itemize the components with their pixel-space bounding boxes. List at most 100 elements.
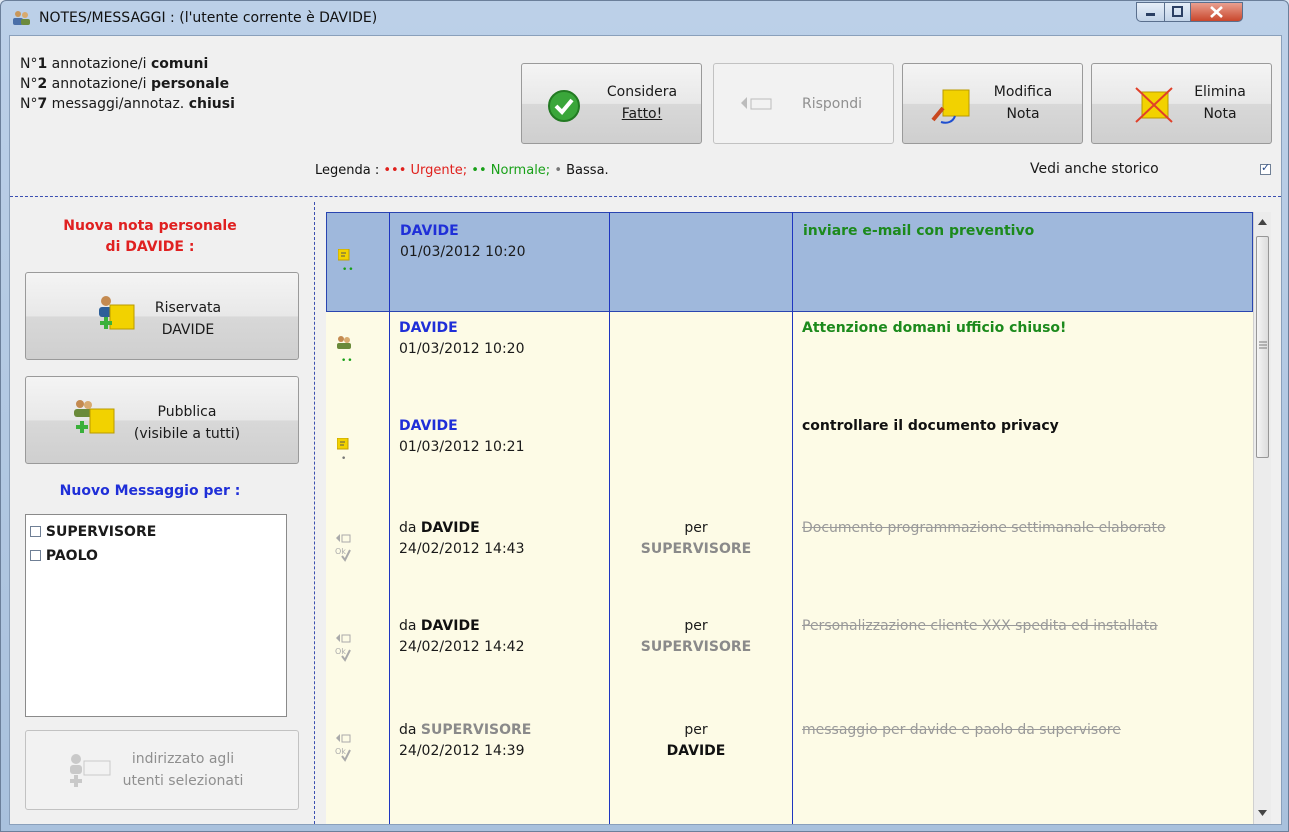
maximize-icon bbox=[1172, 6, 1183, 17]
note-text: inviare e-mail con preventivo bbox=[803, 223, 1035, 239]
note-author: DAVIDE bbox=[400, 223, 459, 239]
new-private-note-button[interactable]: Riservata DAVIDE bbox=[25, 272, 299, 360]
new-public-note-button[interactable]: Pubblica (visibile a tutti) bbox=[25, 376, 299, 464]
send-message-button[interactable]: indirizzato agli utenti selezionati bbox=[25, 730, 299, 810]
notes-row[interactable]: •• DAVIDE 01/03/2012 10:20 inviare e-mai… bbox=[326, 212, 1253, 312]
history-label: Vedi anche storico bbox=[1030, 161, 1159, 177]
message-recipient: SUPERVISORE bbox=[640, 541, 752, 557]
close-icon bbox=[1210, 6, 1223, 18]
edit-note-icon bbox=[931, 89, 970, 124]
notes-window: NOTES/MESSAGGI : (l'utente corrente è DA… bbox=[0, 0, 1289, 832]
notes-row[interactable]: •• DAVIDE 01/03/2012 10:20 Attenzione do… bbox=[326, 312, 1253, 412]
priority-dots: • bbox=[341, 454, 348, 464]
message-done-icon: Ok bbox=[335, 734, 351, 762]
column-divider bbox=[792, 212, 793, 824]
note-text: controllare il documento privacy bbox=[802, 418, 1059, 434]
window-title: NOTES/MESSAGGI : (l'utente corrente è DA… bbox=[39, 10, 378, 26]
mark-done-label-1: Considera bbox=[606, 84, 678, 100]
note-icon bbox=[338, 249, 350, 261]
stat-closed: N°7 messaggi/annotaz. chiusi bbox=[20, 96, 235, 112]
message-done-icon: Ok bbox=[335, 534, 351, 562]
reply-icon bbox=[741, 97, 772, 110]
priority-dots: •• bbox=[342, 265, 355, 275]
note-date: 01/03/2012 10:21 bbox=[399, 439, 525, 455]
delete-note-button[interactable]: Elimina Nota bbox=[1091, 63, 1272, 144]
close-button[interactable] bbox=[1190, 2, 1243, 22]
message-date: 24/02/2012 14:39 bbox=[399, 743, 525, 759]
recipient-item[interactable]: PAOLO bbox=[30, 548, 98, 564]
note-author: DAVIDE bbox=[399, 320, 458, 336]
checkmark-icon bbox=[548, 90, 580, 122]
notes-row[interactable]: Ok da DAVIDE 24/02/2012 14:43 per SUPERV… bbox=[326, 512, 1253, 612]
message-date: 24/02/2012 14:43 bbox=[399, 541, 525, 557]
delete-note-label-1: Elimina bbox=[1194, 84, 1246, 100]
message-text: Documento programmazione settimanale ela… bbox=[802, 520, 1166, 536]
send-message-icon bbox=[70, 754, 111, 787]
reply-button[interactable]: Rispondi bbox=[713, 63, 894, 144]
vertical-scrollbar[interactable] bbox=[1253, 212, 1271, 824]
users-icon bbox=[13, 11, 30, 25]
note-date: 01/03/2012 10:20 bbox=[400, 244, 526, 260]
message-sender: da SUPERVISORE bbox=[399, 722, 532, 738]
new-note-heading: Nuova nota personale di DAVIDE : bbox=[63, 218, 237, 255]
note-text: Attenzione domani ufficio chiuso! bbox=[802, 320, 1067, 336]
divider-vertical bbox=[314, 202, 315, 824]
note-author: DAVIDE bbox=[399, 418, 458, 434]
message-recipient: DAVIDE bbox=[666, 743, 726, 759]
history-checkbox[interactable] bbox=[1260, 161, 1271, 175]
users-note-icon bbox=[337, 336, 351, 349]
new-message-heading: Nuovo Messaggio per : bbox=[59, 483, 241, 499]
public-note-label-1: Pubblica bbox=[157, 404, 217, 420]
reply-label: Rispondi bbox=[801, 96, 862, 112]
edit-note-label-1: Modifica bbox=[993, 84, 1053, 100]
scroll-down-icon[interactable] bbox=[1258, 810, 1267, 816]
minimize-button[interactable] bbox=[1136, 2, 1165, 22]
stat-personal: N°2 annotazione/i personale bbox=[20, 76, 230, 92]
edit-note-button[interactable]: Modifica Nota bbox=[902, 63, 1083, 144]
private-note-label-2: DAVIDE bbox=[161, 322, 215, 338]
recipient-checkbox[interactable] bbox=[30, 550, 41, 561]
scroll-up-icon[interactable] bbox=[1258, 219, 1267, 225]
note-date: 01/03/2012 10:20 bbox=[399, 341, 525, 357]
column-divider bbox=[609, 212, 610, 824]
edit-note-label-2: Nota bbox=[1006, 106, 1040, 122]
grip-icon bbox=[1259, 341, 1267, 349]
notes-row[interactable]: Ok da SUPERVISORE 24/02/2012 14:39 per D… bbox=[326, 712, 1253, 812]
send-message-label-2: utenti selezionati bbox=[122, 773, 244, 789]
message-recipient-prefix: per bbox=[684, 618, 708, 634]
normal-dots: •• bbox=[471, 163, 487, 178]
maximize-button[interactable] bbox=[1164, 2, 1191, 22]
legend: Legenda : ••• Urgente; •• Normale; • Bas… bbox=[315, 163, 609, 178]
stat-common: N°1 annotazione/i comuni bbox=[20, 56, 209, 72]
scroll-thumb[interactable] bbox=[1256, 236, 1269, 458]
priority-dots: •• bbox=[341, 356, 354, 366]
recipient-item[interactable]: SUPERVISORE bbox=[30, 524, 156, 540]
svg-text:Ok: Ok bbox=[335, 747, 346, 756]
note-icon bbox=[337, 438, 349, 450]
message-recipient: SUPERVISORE bbox=[640, 639, 752, 655]
mark-done-label-2: Fatto! bbox=[621, 106, 663, 122]
column-divider bbox=[389, 212, 390, 824]
message-recipient-prefix: per bbox=[684, 520, 708, 536]
message-done-icon: Ok bbox=[335, 634, 351, 662]
mark-done-button[interactable]: Considera Fatto! bbox=[521, 63, 702, 144]
notes-row[interactable]: • DAVIDE 01/03/2012 10:21 controllare il… bbox=[326, 412, 1253, 512]
divider-horizontal bbox=[10, 196, 1281, 197]
public-note-label-2: (visibile a tutti) bbox=[133, 426, 241, 442]
private-note-icon bbox=[99, 296, 135, 330]
message-sender: da DAVIDE bbox=[399, 618, 480, 634]
message-text: Personalizzazione cliente XXX spedita ed… bbox=[802, 618, 1158, 634]
title-bar: NOTES/MESSAGGI : (l'utente corrente è DA… bbox=[1, 1, 1288, 35]
notes-grid: •• DAVIDE 01/03/2012 10:20 inviare e-mai… bbox=[326, 212, 1253, 824]
recipient-checkbox[interactable] bbox=[30, 526, 41, 537]
low-dots: • bbox=[554, 163, 562, 178]
minimize-icon bbox=[1146, 13, 1155, 16]
notes-row[interactable]: Ok da DAVIDE 24/02/2012 14:42 per SUPERV… bbox=[326, 612, 1253, 712]
summary-stats: N°1 annotazione/i comuni N°2 annotazione… bbox=[20, 54, 235, 114]
svg-text:Ok: Ok bbox=[335, 647, 346, 656]
message-date: 24/02/2012 14:42 bbox=[399, 639, 525, 655]
urgent-dots: ••• bbox=[383, 163, 407, 178]
client-area: N°1 annotazione/i comuni N°2 annotazione… bbox=[9, 35, 1282, 825]
message-recipient-prefix: per bbox=[684, 722, 708, 738]
private-note-label-1: Riservata bbox=[154, 300, 222, 316]
